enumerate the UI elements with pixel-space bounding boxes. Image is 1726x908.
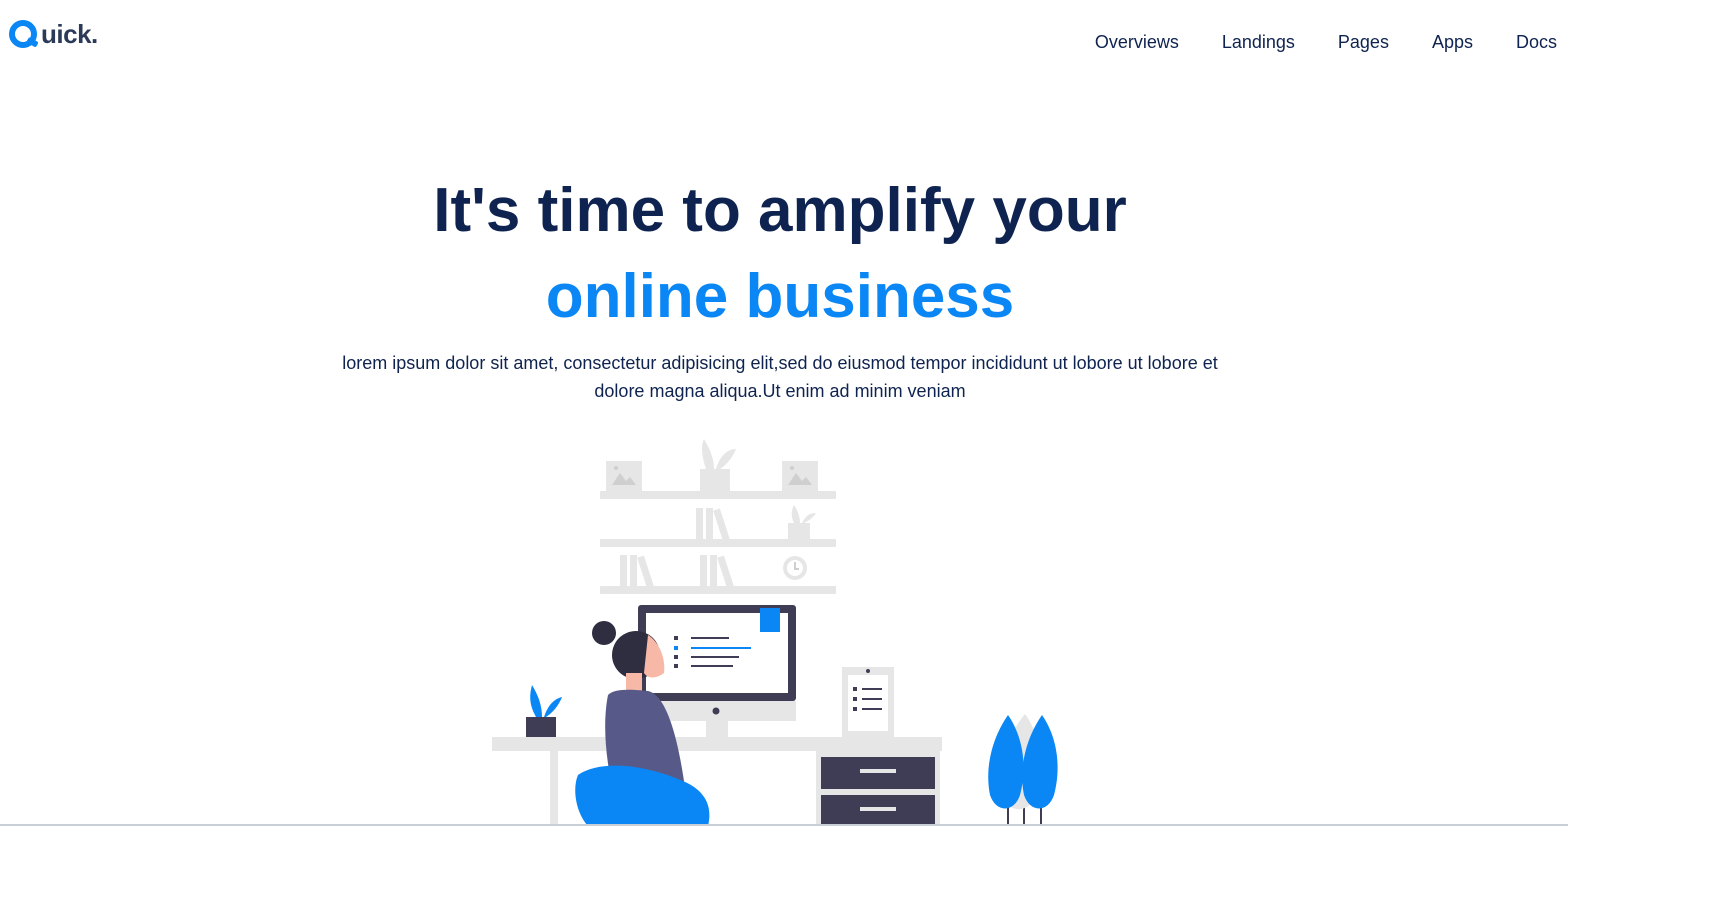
bottom-divider (0, 824, 1568, 826)
hero-title-line2: online business (545, 262, 1015, 331)
nav-pages[interactable]: Pages (1338, 28, 1389, 56)
nav-docs[interactable]: Docs (1516, 28, 1557, 56)
work-desk-illustration (488, 435, 1068, 826)
hero-subtitle: lorem ipsum dolor sit amet, consectetur … (342, 353, 1218, 401)
hero-title-line1: It's time to amplify your (433, 176, 1127, 245)
page: uick. Overviews Landings Pages Apps Docs… (0, 0, 1568, 826)
nav-landings[interactable]: Landings (1222, 28, 1295, 56)
brand-logo[interactable]: uick. (8, 14, 98, 54)
logo-q-icon (8, 18, 40, 50)
nav-apps[interactable]: Apps (1432, 28, 1473, 56)
main-nav: Overviews Landings Pages Apps Docs (1052, 28, 1557, 56)
nav-overviews[interactable]: Overviews (1095, 28, 1179, 56)
brand-name: uick. (41, 19, 98, 49)
